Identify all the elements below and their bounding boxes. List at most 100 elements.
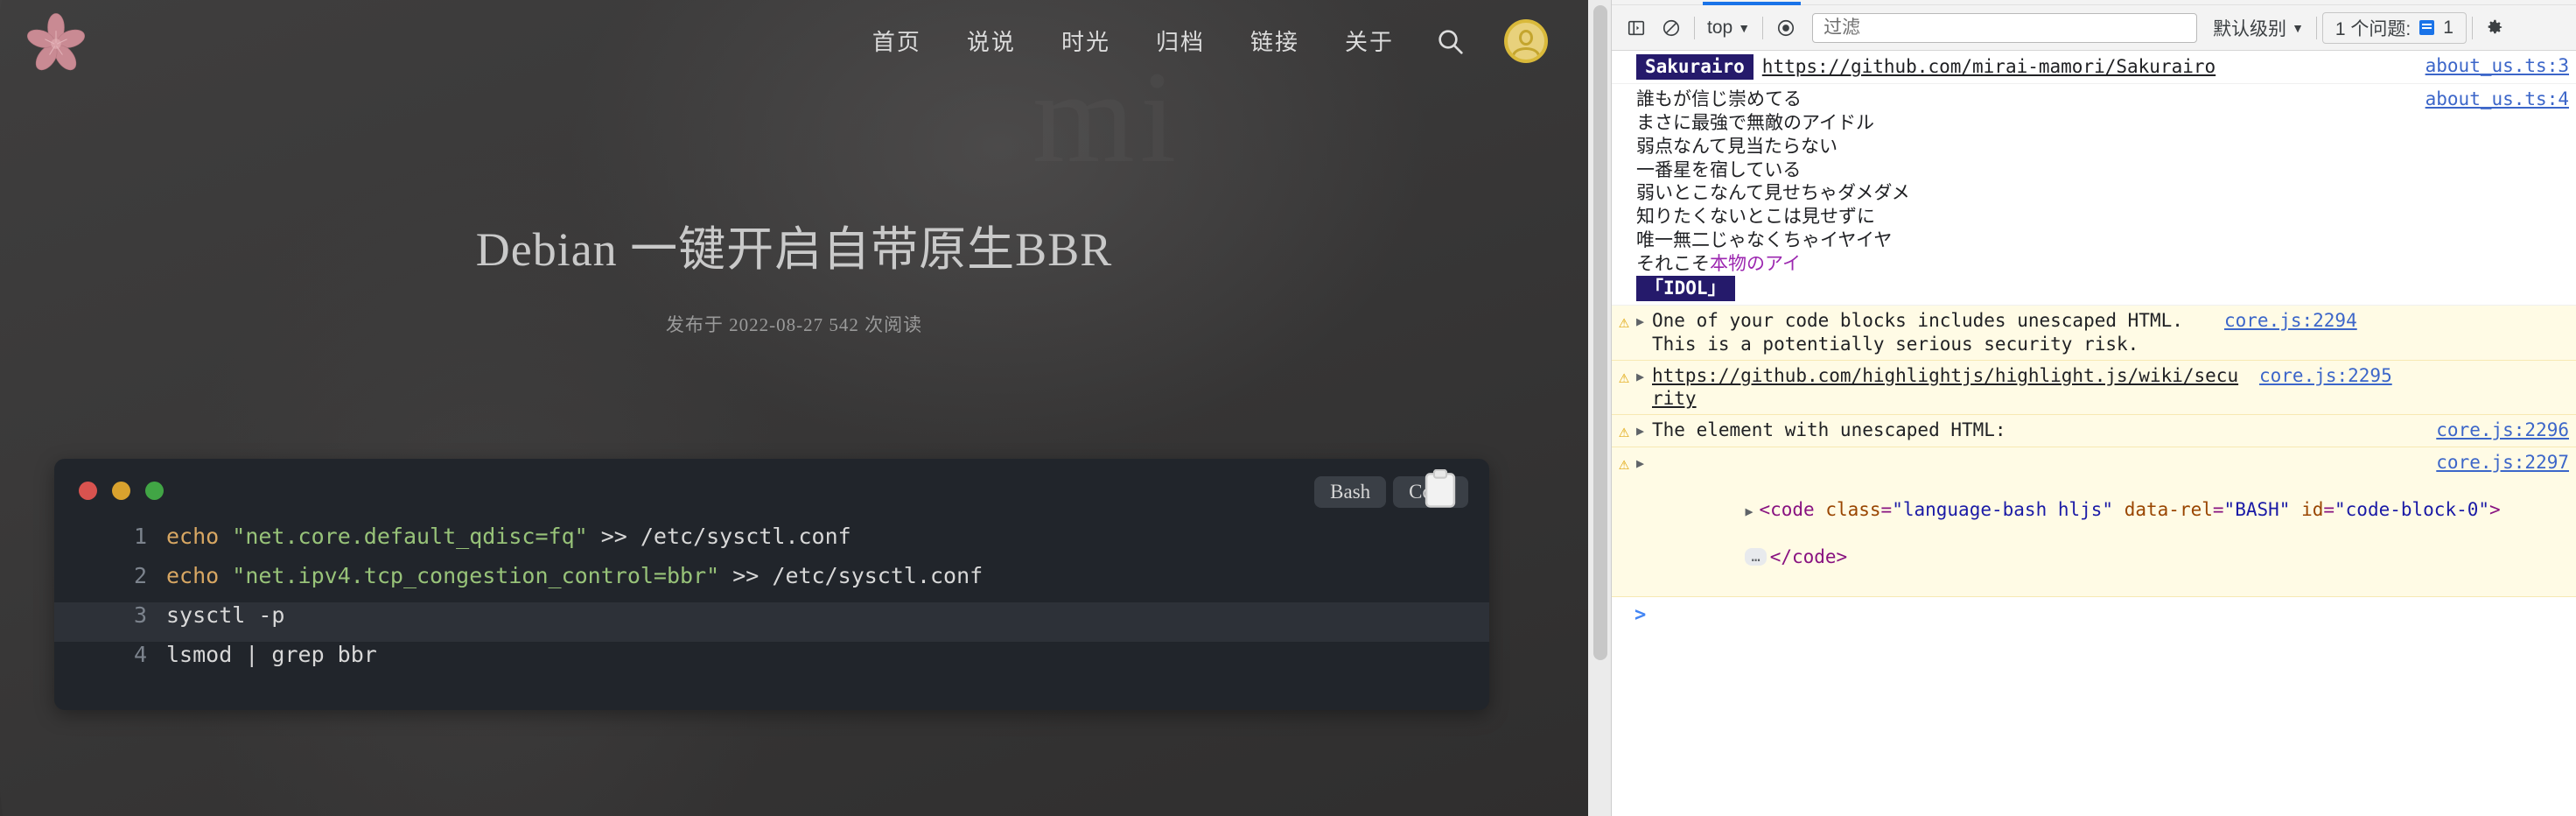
- code-rest: >> /etc/sysctl.conf: [587, 524, 851, 549]
- console-sidebar-icon[interactable]: [1619, 11, 1654, 46]
- expand-arrow-icon[interactable]: ▶: [1636, 451, 1652, 472]
- avatar-body-shape: [1512, 47, 1540, 60]
- html-attr-name: id: [2301, 499, 2324, 521]
- html-attr-name: data-rel: [2124, 499, 2213, 521]
- line-number: 4: [133, 642, 147, 667]
- message-source-link[interactable]: about_us.ts:4: [2413, 88, 2569, 111]
- message-source-link[interactable]: core.js:2297: [2424, 451, 2569, 475]
- message-source-link[interactable]: core.js:2295: [2247, 364, 2392, 388]
- clear-console-icon[interactable]: [1654, 11, 1689, 46]
- html-open-bracket: <: [1759, 499, 1771, 521]
- console-message-warning[interactable]: ⚠ ▶ The element with unescaped HTML: cor…: [1612, 415, 2576, 447]
- cherry-blossom-icon[interactable]: [24, 12, 88, 75]
- lyric-line-final: それこそ本物のアイ: [1636, 252, 2413, 276]
- html-tag-name: code: [1770, 499, 1815, 521]
- lyric-line: 弱いとこなんて見せちゃダメダメ: [1636, 182, 1910, 204]
- console-message-warning[interactable]: ⚠ ▶ One of your code blocks includes une…: [1612, 305, 2576, 361]
- console-toolbar: top ▼ 默认级别 ▼ 1 个问题: 1: [1612, 5, 2576, 51]
- lyric-highlight: 本物のアイ: [1710, 253, 1801, 274]
- console-output[interactable]: Sakurairo https://github.com/mirai-mamori…: [1612, 51, 2576, 816]
- window-minimize-dot: [112, 482, 130, 500]
- site-header: 首页 说说 时光 归档 链接 关于: [0, 0, 1588, 81]
- expand-ellipsis-button[interactable]: …: [1745, 548, 1767, 566]
- code-language-label: Bash: [1314, 476, 1387, 508]
- code-line: 2 echo "net.ipv4.tcp_congestion_control=…: [54, 563, 1489, 602]
- code-block-card: Bash Copy 1 echo "net.core.default_qdisc…: [54, 459, 1489, 710]
- prompt-chevron-icon: >: [1634, 603, 1647, 626]
- main-navigation: 首页 说说 时光 归档 链接 关于: [850, 0, 1417, 81]
- idol-badge: 「IDOL」: [1636, 275, 1735, 301]
- expand-arrow-icon[interactable]: ▶: [1745, 499, 1759, 520]
- warning-icon: ⚠: [1618, 452, 1630, 474]
- live-expression-icon[interactable]: [1768, 11, 1803, 46]
- issues-icon: [2419, 20, 2435, 35]
- user-avatar-icon[interactable]: [1504, 19, 1548, 63]
- message-body: 誰もが信じ崇めてる まさに最強で無敵のアイドル 弱点なんて見当たらない 一番星を…: [1636, 88, 2413, 301]
- active-tab-indicator: [1703, 2, 1801, 5]
- github-link[interactable]: https://github.com/mirai-mamori/Sakurair…: [1762, 56, 2216, 77]
- message-gutter: [1612, 54, 1636, 56]
- security-wiki-link[interactable]: https://github.com/highlightjs/highlight…: [1652, 365, 2238, 410]
- issues-label: 1 个问题:: [2334, 18, 2412, 39]
- message-body: The element with unescaped HTML:: [1652, 419, 2006, 441]
- website-panel: mi: [0, 0, 1611, 816]
- post-hero: Debian 一键开启自带原生BBR 发布于 2022-08-27 542 次阅…: [0, 210, 1588, 337]
- avatar-head-shape: [1519, 30, 1533, 46]
- console-message-warning-element[interactable]: ⚠ ▶ core.js:2297 ▶ <code class="language-…: [1612, 447, 2576, 597]
- toolbar-divider: [2315, 16, 2317, 39]
- execution-context-label: top: [1707, 17, 1733, 38]
- issues-badge[interactable]: 1 个问题: 1: [2321, 11, 2467, 44]
- code-line: 4 lsmod | grep bbr: [54, 642, 1489, 681]
- console-prompt[interactable]: >: [1612, 597, 2576, 626]
- nav-item-timeline[interactable]: 时光: [1039, 25, 1133, 57]
- code-rest: lsmod | grep bbr: [166, 642, 377, 667]
- lyric-line: 弱点なんて見当たらない: [1636, 135, 1838, 157]
- page-title: Debian 一键开启自带原生BBR: [475, 223, 1113, 276]
- code-string: "net.ipv4.tcp_congestion_control=bbr": [232, 563, 720, 588]
- message-source-link[interactable]: about_us.ts:3: [2413, 54, 2569, 78]
- warning-icon: ⚠: [1618, 365, 1630, 387]
- log-level-select[interactable]: 默认级别 ▼: [2206, 13, 2311, 43]
- nav-item-shuoshuo[interactable]: 说说: [944, 25, 1039, 57]
- toolbar-divider: [1694, 16, 1695, 39]
- line-number: 3: [133, 602, 147, 628]
- search-icon[interactable]: [1436, 27, 1464, 55]
- lyric-line: 唯一無二じゃなくちゃイヤイヤ: [1636, 229, 1893, 251]
- page-scrollbar-track[interactable]: [1588, 0, 1611, 816]
- toolbar-divider: [1762, 16, 1764, 39]
- message-body: https://github.com/highlightjs/highlight…: [1652, 364, 2247, 412]
- execution-context-select[interactable]: top ▼: [1700, 13, 1757, 43]
- code-line-highlighted: 3 sysctl -p: [54, 602, 1489, 642]
- code-block-actions: Bash Copy: [1314, 476, 1468, 508]
- nav-item-about[interactable]: 关于: [1322, 25, 1417, 57]
- html-attr-name: class: [1825, 499, 1881, 521]
- console-message-warning[interactable]: ⚠ ▶ https://github.com/highlightjs/highl…: [1612, 360, 2576, 416]
- nav-item-archive[interactable]: 归档: [1133, 25, 1228, 57]
- gear-icon[interactable]: [2478, 11, 2513, 46]
- copy-button[interactable]: Copy: [1393, 476, 1468, 508]
- console-message-lyrics[interactable]: 誰もが信じ崇めてる まさに最強で無敵のアイドル 弱点なんて見当たらない 一番星を…: [1612, 84, 2576, 306]
- code-line: 1 echo "net.core.default_qdisc=fq" >> /e…: [54, 524, 1489, 563]
- post-meta: 发布于 2022-08-27 542 次阅读: [665, 314, 923, 335]
- html-element-snippet[interactable]: ▶ <code class="language-bash hljs" data-r…: [1612, 475, 2569, 592]
- line-number: 1: [133, 524, 147, 549]
- devtools-tabstrip: [1612, 0, 2576, 5]
- page-scrollbar-thumb[interactable]: [1593, 5, 1607, 660]
- lyric-line: 一番星を宿している: [1636, 158, 1802, 180]
- message-source-link[interactable]: core.js:2294: [2212, 309, 2357, 333]
- nav-item-links[interactable]: 链接: [1228, 25, 1322, 57]
- warning-icon: ⚠: [1618, 310, 1630, 332]
- nav-item-home[interactable]: 首页: [850, 25, 944, 57]
- expand-arrow-icon[interactable]: ▶: [1636, 419, 1652, 440]
- expand-arrow-icon[interactable]: ▶: [1636, 309, 1652, 330]
- lyric-prefix: それこそ: [1636, 253, 1710, 274]
- screen: mi: [0, 0, 2576, 816]
- code-lines: 1 echo "net.core.default_qdisc=fq" >> /e…: [54, 524, 1489, 690]
- expand-arrow-icon[interactable]: ▶: [1636, 364, 1652, 385]
- message-source-link[interactable]: core.js:2296: [2424, 419, 2569, 442]
- console-message-log[interactable]: Sakurairo https://github.com/mirai-mamori…: [1612, 51, 2576, 84]
- code-rest: sysctl -p: [166, 602, 285, 628]
- issues-count: 1: [2443, 17, 2454, 38]
- console-filter-input[interactable]: [1812, 12, 2198, 43]
- html-attr-value: "language-bash hljs": [1892, 499, 2114, 521]
